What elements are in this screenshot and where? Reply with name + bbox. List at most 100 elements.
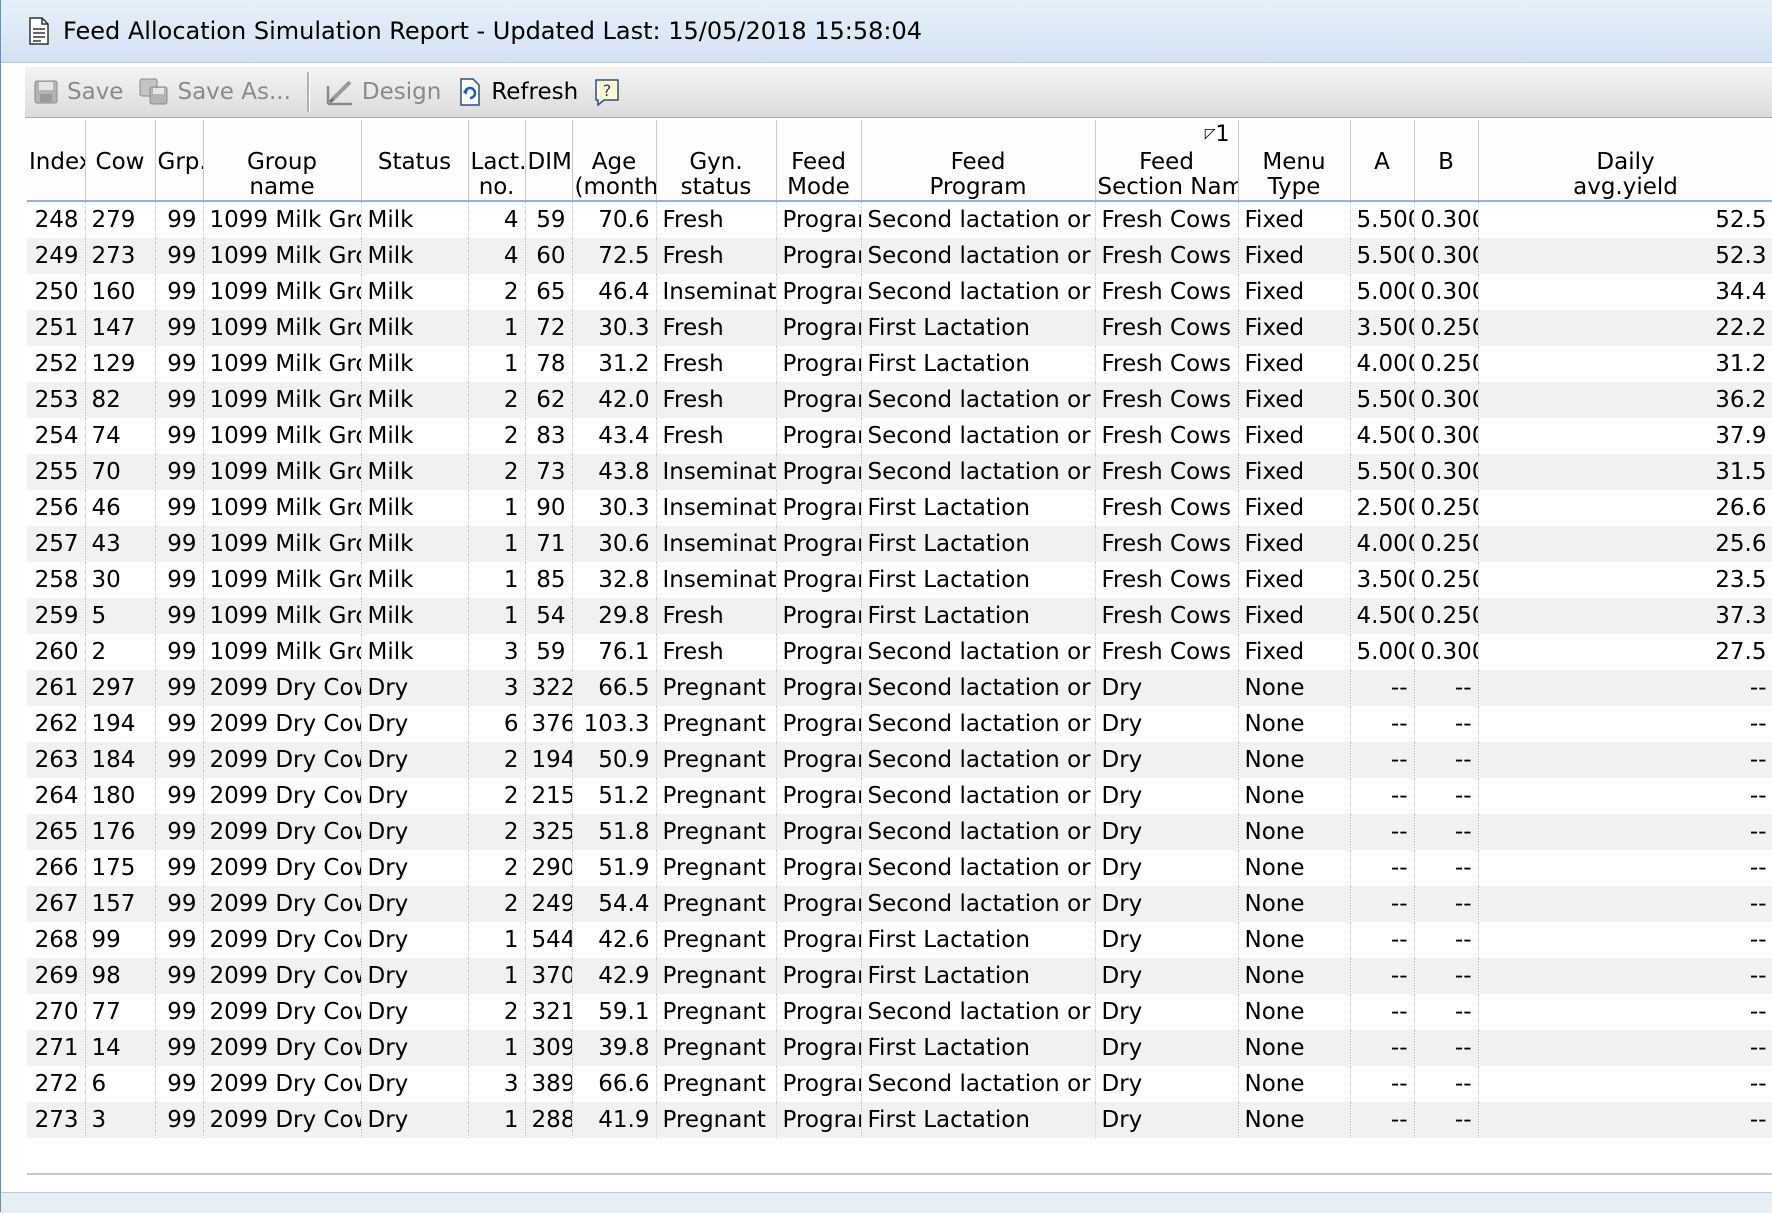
cell-b: 0.300 bbox=[1414, 382, 1479, 418]
table-row[interactable]: 2602991099 Milk GroupMilk35976.1FreshPro… bbox=[27, 634, 1772, 670]
header-row: Index Cow Grp. GroupnameStatus Lact.no.D… bbox=[27, 120, 1772, 202]
cell-yield: -- bbox=[1478, 1102, 1772, 1138]
cell-program: Second lactation or above bbox=[861, 238, 1096, 274]
cell-group_name: 1099 Milk Group bbox=[203, 201, 362, 238]
design-button[interactable]: Design bbox=[318, 71, 449, 113]
table-row[interactable]: 25474991099 Milk GroupMilk28343.4FreshPr… bbox=[27, 418, 1772, 454]
refresh-icon bbox=[460, 78, 481, 106]
cell-index: 252 bbox=[27, 346, 86, 382]
column-header-menu[interactable]: Menu Type bbox=[1238, 120, 1351, 202]
cell-cow: 157 bbox=[85, 886, 156, 922]
cell-mode: Program bbox=[776, 418, 862, 454]
column-header-label: Feed bbox=[950, 149, 1006, 175]
column-header-status[interactable]: Status bbox=[361, 120, 469, 202]
cell-menu: None bbox=[1238, 814, 1351, 850]
table-row[interactable]: 250160991099 Milk GroupMilk26546.4Insemi… bbox=[27, 274, 1772, 310]
cell-menu: Fixed bbox=[1238, 238, 1351, 274]
table-row[interactable]: 26899992099 Dry Cows 2Dry154442.6Pregnan… bbox=[27, 922, 1772, 958]
column-header-a[interactable]: A bbox=[1350, 120, 1415, 202]
table-row[interactable]: 267157992099 Dry Cows 2Dry224954.4Pregna… bbox=[27, 886, 1772, 922]
table-row[interactable]: 265176992099 Dry Cows 2Dry232551.8Pregna… bbox=[27, 814, 1772, 850]
table-row[interactable]: 25570991099 Milk GroupMilk27343.8Insemin… bbox=[27, 454, 1772, 490]
table-row[interactable]: 261297992099 Dry Cows 2Dry332266.5Pregna… bbox=[27, 670, 1772, 706]
sort-indicator-icon: ◸1 bbox=[1205, 122, 1230, 147]
column-header-program[interactable]: Feed Program bbox=[861, 120, 1096, 202]
cell-gyn: Fresh bbox=[656, 382, 777, 418]
table-row[interactable]: 25382991099 Milk GroupMilk26242.0FreshPr… bbox=[27, 382, 1772, 418]
table-row[interactable]: 2595991099 Milk GroupMilk15429.8FreshPro… bbox=[27, 598, 1772, 634]
column-header-section[interactable]: FeedSection Name ◸1 bbox=[1095, 120, 1239, 202]
cell-index: 255 bbox=[27, 454, 86, 490]
cell-section: Dry bbox=[1095, 814, 1239, 850]
table-row[interactable]: 262194992099 Dry Cows 2Dry6376103.3Pregn… bbox=[27, 706, 1772, 742]
save-as-button[interactable]: Save As... bbox=[131, 71, 298, 113]
column-header-mode[interactable]: Feed Mode bbox=[776, 120, 862, 202]
table-row[interactable]: 27077992099 Dry Cows 2Dry232159.1Pregnan… bbox=[27, 994, 1772, 1030]
cell-section: Dry bbox=[1095, 958, 1239, 994]
column-header-dim[interactable]: DIM bbox=[525, 120, 573, 202]
table-row[interactable]: 266175992099 Dry Cows 2Dry229051.9Pregna… bbox=[27, 850, 1772, 886]
column-header-age[interactable]: Age(months) bbox=[572, 120, 657, 202]
table-row[interactable]: 248279991099 Milk GroupMilk45970.6FreshP… bbox=[27, 201, 1772, 238]
table-row[interactable]: 2726992099 Dry Cows 2Dry338966.6Pregnant… bbox=[27, 1066, 1772, 1102]
column-header-cow[interactable]: Cow bbox=[85, 120, 156, 202]
table-row[interactable]: 264180992099 Dry Cows 2Dry221551.2Pregna… bbox=[27, 778, 1772, 814]
cell-age: 29.8 bbox=[572, 598, 657, 634]
sort-arrow-icon: ◸ bbox=[1204, 126, 1216, 142]
cell-menu: Fixed bbox=[1238, 526, 1351, 562]
table-row[interactable]: 26998992099 Dry Cows 2Dry137042.9Pregnan… bbox=[27, 958, 1772, 994]
table-row[interactable]: 25830991099 Milk GroupMilk18532.8Insemin… bbox=[27, 562, 1772, 598]
cell-section: Fresh Cows bbox=[1095, 634, 1239, 670]
column-header-gyn[interactable]: Gyn. status bbox=[656, 120, 777, 202]
cell-group_name: 2099 Dry Cows 2 bbox=[203, 670, 362, 706]
table-row[interactable]: 25743991099 Milk GroupMilk17130.6Insemin… bbox=[27, 526, 1772, 562]
design-icon bbox=[326, 80, 352, 106]
cell-menu: None bbox=[1238, 850, 1351, 886]
help-button[interactable]: ? bbox=[586, 71, 636, 113]
column-header-b[interactable]: B bbox=[1414, 120, 1479, 202]
column-header-lact[interactable]: Lact. no. bbox=[468, 120, 526, 202]
cell-program: First Lactation bbox=[861, 490, 1096, 526]
cell-group_name: 2099 Dry Cows 2 bbox=[203, 742, 362, 778]
cell-cow: 176 bbox=[85, 814, 156, 850]
cell-menu: None bbox=[1238, 706, 1351, 742]
table-row[interactable]: 249273991099 Milk GroupMilk46072.5FreshP… bbox=[27, 238, 1772, 274]
report-grid[interactable]: Index Cow Grp. GroupnameStatus Lact.no.D… bbox=[27, 120, 1772, 1173]
cell-section: Dry bbox=[1095, 994, 1239, 1030]
column-header-sublabel bbox=[158, 175, 201, 199]
cell-program: Second lactation or above bbox=[861, 454, 1096, 490]
table-row[interactable]: 263184992099 Dry Cows 2Dry219450.9Pregna… bbox=[27, 742, 1772, 778]
cell-section: Fresh Cows bbox=[1095, 598, 1239, 634]
cell-gyn: Fresh bbox=[656, 346, 777, 382]
refresh-button[interactable]: Refresh bbox=[449, 71, 586, 113]
cell-cow: 279 bbox=[85, 201, 156, 238]
cell-status: Milk bbox=[361, 526, 469, 562]
table-row[interactable]: 252129991099 Milk GroupMilk17831.2FreshP… bbox=[27, 346, 1772, 382]
table-row[interactable]: 25646991099 Milk GroupMilk19030.3Insemin… bbox=[27, 490, 1772, 526]
cell-program: First Lactation bbox=[861, 598, 1096, 634]
column-header-sublabel bbox=[364, 175, 466, 199]
cell-mode: Program bbox=[776, 706, 862, 742]
table-row[interactable]: 27114992099 Dry Cows 2Dry130939.8Pregnan… bbox=[27, 1030, 1772, 1066]
cell-yield: -- bbox=[1478, 706, 1772, 742]
column-header-grp[interactable]: Grp. bbox=[155, 120, 204, 202]
cell-a: -- bbox=[1350, 1030, 1415, 1066]
table-row[interactable]: 2733992099 Dry Cows 2Dry128841.9Pregnant… bbox=[27, 1102, 1772, 1138]
column-header-label: B bbox=[1438, 149, 1454, 175]
cell-group_name: 2099 Dry Cows 2 bbox=[203, 1102, 362, 1138]
cell-gyn: Pregnant bbox=[656, 670, 777, 706]
cell-dim: 54 bbox=[525, 598, 573, 634]
column-header-index[interactable]: Index bbox=[27, 120, 86, 202]
cell-grp: 99 bbox=[155, 490, 204, 526]
table-row[interactable]: 251147991099 Milk GroupMilk17230.3FreshP… bbox=[27, 310, 1772, 346]
column-header-group_name[interactable]: Group name bbox=[203, 120, 362, 202]
cell-program: First Lactation bbox=[861, 526, 1096, 562]
column-header-label: Feed bbox=[1139, 149, 1194, 175]
column-header-yield[interactable]: Daily avg.yield bbox=[1478, 120, 1772, 202]
cell-mode: Program bbox=[776, 490, 862, 526]
cell-group_name: 1099 Milk Group bbox=[203, 346, 362, 382]
cell-status: Milk bbox=[361, 490, 469, 526]
cell-b: -- bbox=[1414, 1066, 1479, 1102]
cell-dim: 288 bbox=[525, 1102, 573, 1138]
save-button[interactable]: Save bbox=[25, 71, 131, 113]
